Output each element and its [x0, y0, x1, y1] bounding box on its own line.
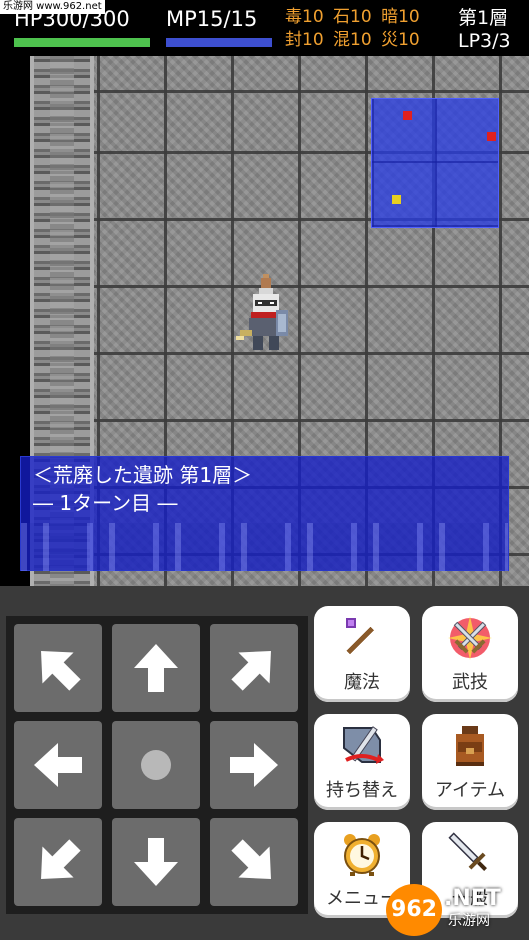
move-down-left-button[interactable] — [14, 818, 102, 906]
message-wall-pattern — [21, 523, 508, 571]
watermark-sub: 乐游网 — [448, 913, 490, 929]
floor-indicator: 第1層 — [458, 7, 509, 29]
resist-seal: 封10 — [285, 30, 324, 50]
move-up-right-button[interactable] — [210, 624, 298, 712]
crossed-swords-icon — [448, 616, 492, 660]
up-arrow-icon — [134, 644, 178, 692]
minimap-grid — [372, 99, 498, 227]
weapon-swap-label: 持ち替え — [326, 780, 398, 801]
weapon-swap-button[interactable]: 持ち替え — [314, 714, 410, 810]
weapon-swap-icon — [343, 726, 384, 764]
site-watermark: 962 .NET 乐游网 — [372, 876, 529, 940]
sword-icon — [448, 832, 487, 871]
skill-label: 武技 — [452, 672, 488, 693]
minimap — [371, 98, 499, 228]
wait-dot-icon — [141, 750, 171, 780]
resistance-row-2: 封10 混10 災10 — [285, 29, 424, 51]
down-arrow-icon — [134, 838, 178, 886]
up-right-arrow-icon — [231, 651, 271, 691]
magic-button[interactable]: 魔法 — [314, 606, 410, 702]
lp-indicator: LP3/3 — [458, 30, 511, 52]
direction-pad — [6, 616, 308, 914]
move-down-right-button[interactable] — [210, 818, 298, 906]
turn-message: ― 1ターン目 ― — [33, 491, 178, 515]
move-up-button[interactable] — [112, 624, 200, 712]
magic-label: 魔法 — [344, 672, 380, 693]
resistance-row-1: 毒10 石10 暗10 — [285, 6, 424, 28]
resist-dark: 暗10 — [381, 7, 420, 27]
mp-bar — [166, 38, 272, 47]
resist-poison: 毒10 — [285, 7, 324, 27]
mp-readout: MP15/15 — [166, 7, 258, 31]
item-label: アイテム — [434, 780, 506, 801]
watermark-brand: .NET — [444, 886, 501, 911]
player-marker-icon — [392, 195, 401, 204]
up-left-arrow-icon — [41, 651, 81, 691]
staff-icon — [346, 618, 375, 655]
down-right-arrow-icon — [231, 839, 271, 879]
hp-bar — [14, 38, 150, 47]
item-button[interactable]: アイテム — [422, 714, 518, 810]
hp-bar-fill — [14, 38, 150, 47]
resist-curse: 災10 — [381, 30, 420, 50]
alarm-clock-icon — [344, 834, 380, 876]
move-down-button[interactable] — [112, 818, 200, 906]
down-left-arrow-icon — [41, 839, 81, 879]
knight-player-icon — [236, 274, 288, 350]
site-watermark-tag: 乐游网 www.962.net — [0, 0, 105, 14]
bag-icon — [456, 726, 484, 766]
wait-button[interactable] — [112, 721, 200, 809]
mp-bar-fill — [166, 38, 272, 47]
move-right-button[interactable] — [210, 721, 298, 809]
status-bar: HP300/300 MP15/15 毒10 石10 暗10 封10 混10 災1… — [0, 0, 529, 56]
move-up-left-button[interactable] — [14, 624, 102, 712]
resist-confuse: 混10 — [333, 30, 372, 50]
dungeon-title-message: ＜荒廃した遺跡 第1層＞ — [33, 463, 253, 487]
dungeon-view[interactable]: ＜荒廃した遺跡 第1層＞ ― 1ターン目 ― — [0, 56, 529, 586]
right-arrow-icon — [230, 743, 278, 787]
message-window: ＜荒廃した遺跡 第1層＞ ― 1ターン目 ― — [20, 456, 509, 571]
watermark-badge: 962 — [386, 884, 442, 936]
move-left-button[interactable] — [14, 721, 102, 809]
left-arrow-icon — [34, 743, 82, 787]
enemy-marker-icon — [487, 132, 496, 141]
enemy-marker-icon — [403, 111, 412, 120]
resist-stone: 石10 — [333, 7, 372, 27]
skill-button[interactable]: 武技 — [422, 606, 518, 702]
